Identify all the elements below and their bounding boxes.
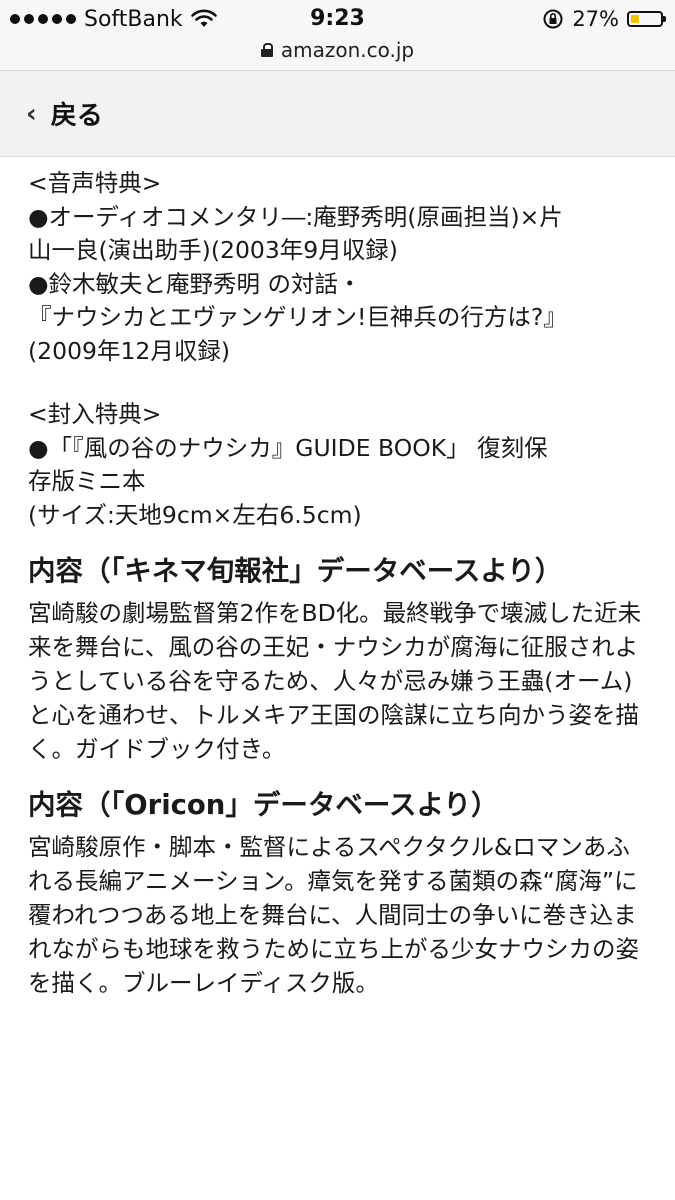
- battery-level: [631, 15, 639, 23]
- oricon-section-body: 宮崎駿原作・脚本・監督によるスペクタクル&ロマンあふれる長編アニメーション。瘴気…: [28, 833, 639, 997]
- enclosed-bonus-size: (サイズ:天地9cm×左右6.5cm): [28, 500, 362, 529]
- kinema-section-title: 内容（「キネマ旬報社」データベースより）: [28, 555, 563, 587]
- battery-icon: [627, 11, 666, 27]
- enclosed-bonus-item: ●「『風の谷のナウシカ』GUIDE BOOK」 復刻保 存版ミニ本: [28, 433, 548, 496]
- status-bar: SoftBank 9:23 27% amazon.co.jp: [0, 0, 675, 71]
- audio-bonus-item: ●オーディオコメンタリ―:庵野秀明(原画担当)×片 山一良(演出助手)(2003…: [28, 202, 563, 265]
- url-bar[interactable]: amazon.co.jp: [0, 36, 675, 64]
- oricon-section-title: 内容（「Oricon」データベースより）: [28, 789, 499, 821]
- chevron-left-icon: ‹: [26, 98, 37, 129]
- url-text: amazon.co.jp: [280, 38, 415, 62]
- audio-bonus-item: ●鈴木敏夫と庵野秀明 の対話・ 『ナウシカとエヴァンゲリオン!巨神兵の行方は?』…: [28, 269, 567, 365]
- back-label: 戻る: [50, 101, 103, 131]
- enclosed-bonus-heading: <封入特典>: [28, 400, 162, 428]
- lock-icon: [260, 43, 273, 57]
- status-indicators: 27%: [542, 4, 666, 34]
- orientation-lock-icon: [543, 9, 563, 29]
- navigation-bar: ‹ 戻る: [0, 71, 675, 157]
- product-description: <音声特典> ●オーディオコメンタリ―:庵野秀明(原画担当)×片 山一良(演出助…: [0, 157, 675, 1000]
- kinema-section-body: 宮崎駿の劇場監督第2作をBD化。最終戦争で壊滅した近未来を舞台に、風の谷の王妃・…: [28, 599, 642, 763]
- audio-bonus-heading: <音声特典>: [28, 169, 162, 197]
- battery-percent: 27%: [572, 7, 619, 31]
- back-button[interactable]: ‹ 戻る: [26, 95, 103, 132]
